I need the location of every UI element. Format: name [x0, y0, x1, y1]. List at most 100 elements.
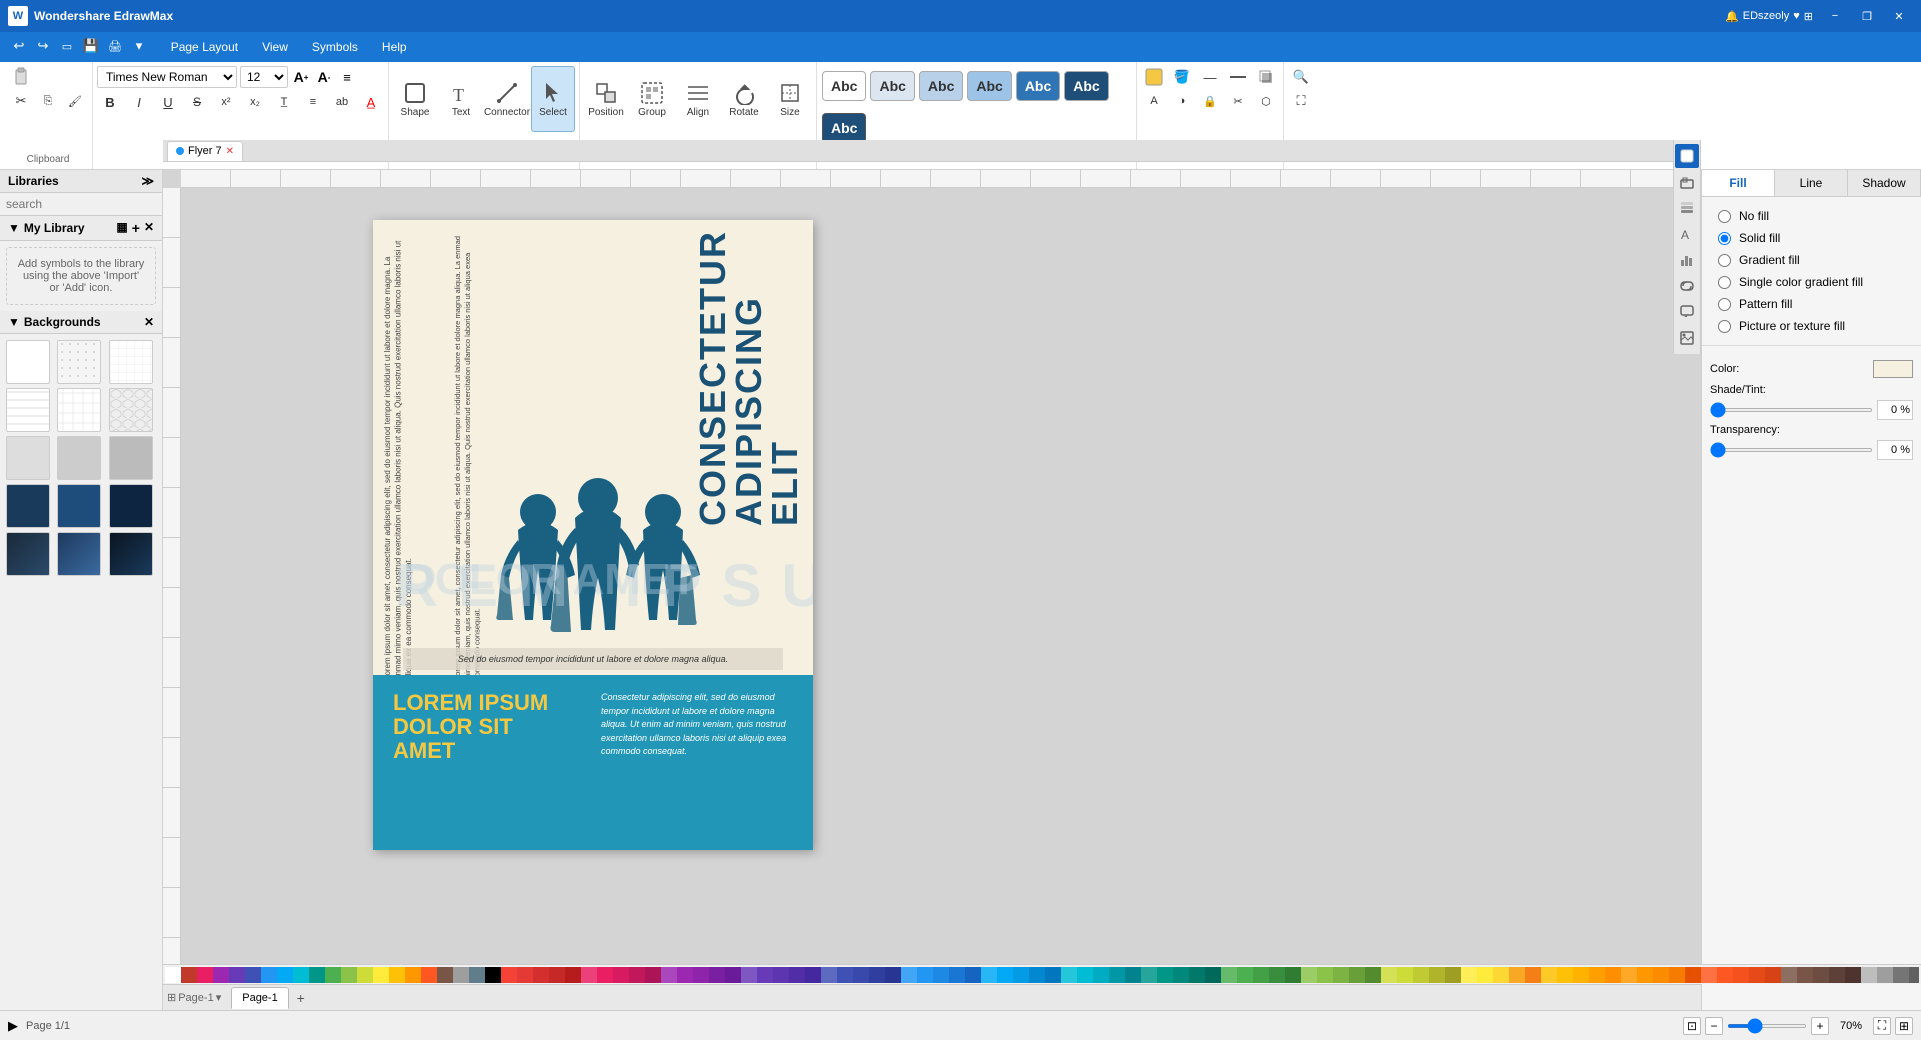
font-color-button[interactable]: A̲	[358, 91, 384, 113]
fill-single-gradient-option[interactable]: Single color gradient fill	[1710, 271, 1913, 293]
shade-tint-slider[interactable]	[1710, 408, 1873, 412]
line-color-button[interactable]: —	[1197, 66, 1223, 88]
minimize-button[interactable]: −	[1821, 6, 1849, 26]
bg-thumb-6[interactable]	[109, 388, 153, 432]
zoom-slider[interactable]	[1727, 1024, 1807, 1028]
library-view-button[interactable]: ▦	[116, 220, 127, 236]
bg-thumb-12[interactable]	[109, 484, 153, 528]
select-button[interactable]: Select	[531, 66, 575, 132]
find-button[interactable]: 🔍	[1288, 66, 1314, 88]
bg-thumb-14[interactable]	[57, 532, 101, 576]
new-button[interactable]: ▭	[56, 35, 78, 57]
bullets-button[interactable]: ≡	[300, 91, 326, 113]
paste-button[interactable]	[8, 66, 34, 88]
fit-button[interactable]: ⛶	[1873, 1017, 1891, 1035]
align-button[interactable]: Align	[676, 66, 720, 132]
play-icon[interactable]: ▶	[8, 1018, 18, 1034]
crop-button[interactable]: ✂	[1225, 90, 1251, 112]
tab-close-button[interactable]: ✕	[226, 146, 234, 157]
document-tab[interactable]: Flyer 7 ✕	[167, 141, 243, 161]
fullscreen-button[interactable]: ⛶	[1288, 90, 1314, 112]
connector-button[interactable]: Connector	[485, 66, 529, 132]
color-swatch-gray[interactable]	[453, 967, 469, 983]
style-btn-4[interactable]: Abc	[967, 71, 1011, 101]
numbering-button[interactable]: ab	[329, 91, 355, 113]
menu-symbols[interactable]: Symbols	[300, 34, 370, 60]
shape-panel-icon[interactable]	[1675, 170, 1699, 194]
rotate-button[interactable]: Rotate	[722, 66, 766, 132]
document-canvas[interactable]: CONSECTETURADIPISCINGELIT Lorem ipsum do…	[373, 220, 813, 850]
color-swatch-blue[interactable]	[261, 967, 277, 983]
menu-page-layout[interactable]: Page Layout	[159, 34, 250, 60]
color-swatch-orange[interactable]	[405, 967, 421, 983]
undo-button[interactable]: ↩	[8, 35, 30, 57]
library-add-button[interactable]: +	[132, 220, 140, 236]
style-btn-7[interactable]: Abc	[822, 113, 866, 143]
style-btn-6[interactable]: Abc	[1064, 71, 1108, 101]
italic-button[interactable]: I	[126, 91, 152, 113]
bg-thumb-9[interactable]	[109, 436, 153, 480]
zoom-fit-button[interactable]: ⊡	[1683, 1017, 1701, 1035]
save-button[interactable]: 💾	[80, 35, 102, 57]
strikethrough-button[interactable]: S	[184, 91, 210, 113]
color-swatch-red[interactable]	[181, 967, 197, 983]
fill-bucket-button[interactable]: 🪣	[1169, 66, 1195, 88]
position-button[interactable]: Position	[584, 66, 628, 132]
transparency-value[interactable]	[1877, 440, 1913, 460]
clear-format-button[interactable]: ≡	[337, 67, 357, 87]
font-decrease-button[interactable]: A-	[314, 67, 334, 87]
style-btn-1[interactable]: Abc	[822, 71, 866, 101]
sidebar-toggle-button[interactable]: ≫	[141, 174, 154, 188]
bg-thumb-15[interactable]	[109, 532, 153, 576]
bg-thumb-8[interactable]	[57, 436, 101, 480]
color-swatch-indigo[interactable]	[245, 967, 261, 983]
color-swatch-bgray[interactable]	[469, 967, 485, 983]
window-controls[interactable]: − ❐ ✕	[1821, 6, 1913, 26]
font-size-select[interactable]: 12 8 10 14 16 18 24 36	[240, 66, 288, 88]
menu-help[interactable]: Help	[370, 34, 419, 60]
fill-none-option[interactable]: No fill	[1710, 205, 1913, 227]
backgrounds-header[interactable]: ▼ Backgrounds ✕	[0, 311, 162, 334]
copy-button[interactable]: ⎘	[35, 90, 61, 112]
print-button[interactable]: 🖨	[104, 35, 126, 57]
cut-button[interactable]: ✂	[8, 90, 34, 112]
tab-line[interactable]: Line	[1775, 170, 1848, 196]
fill-panel-icon[interactable]	[1675, 144, 1699, 168]
fill-texture-option[interactable]: Picture or texture fill	[1710, 315, 1913, 337]
bg-thumb-10[interactable]	[6, 484, 50, 528]
tab-shadow[interactable]: Shadow	[1848, 170, 1921, 196]
color-swatch-yellow[interactable]	[373, 967, 389, 983]
color-swatch-purple[interactable]	[213, 967, 229, 983]
underline-button[interactable]: U	[155, 91, 181, 113]
restore-button[interactable]: ❐	[1853, 6, 1881, 26]
search-input[interactable]	[6, 197, 161, 211]
format-panel-icon[interactable]: A	[1675, 222, 1699, 246]
color-swatch-pink[interactable]	[197, 967, 213, 983]
style-btn-5[interactable]: Abc	[1016, 71, 1060, 101]
font-family-select[interactable]: Times New Roman Arial Calibri	[97, 66, 237, 88]
color-swatch-amber[interactable]	[389, 967, 405, 983]
color-swatch-lgreen[interactable]	[341, 967, 357, 983]
color-swatch-black[interactable]	[485, 967, 501, 983]
settings-button[interactable]: ▾	[128, 35, 150, 57]
transparency-slider[interactable]	[1710, 448, 1873, 452]
bg-thumb-1[interactable]	[6, 340, 50, 384]
fill-color-button[interactable]	[1141, 66, 1167, 88]
bg-thumb-2[interactable]	[57, 340, 101, 384]
color-swatch-dorange[interactable]	[421, 967, 437, 983]
link-panel-icon[interactable]	[1675, 274, 1699, 298]
color-swatch-cyan[interactable]	[293, 967, 309, 983]
chart-panel-icon[interactable]	[1675, 248, 1699, 272]
fill-gradient-option[interactable]: Gradient fill	[1710, 249, 1913, 271]
shadow-button[interactable]	[1253, 66, 1279, 88]
color-swatch-lblue[interactable]	[277, 967, 293, 983]
subscript-button[interactable]: x₂	[242, 91, 268, 113]
zoom-plus-button[interactable]: +	[1811, 1017, 1829, 1035]
lock-button[interactable]: 🔒	[1197, 90, 1223, 112]
close-button[interactable]: ✕	[1885, 6, 1913, 26]
zoom-minus-button[interactable]: −	[1705, 1017, 1723, 1035]
color-swatch-white[interactable]	[165, 967, 181, 983]
shape-button[interactable]: Shape	[393, 66, 437, 132]
fill-solid-option[interactable]: Solid fill	[1710, 227, 1913, 249]
font-increase-button[interactable]: A+	[291, 67, 311, 87]
